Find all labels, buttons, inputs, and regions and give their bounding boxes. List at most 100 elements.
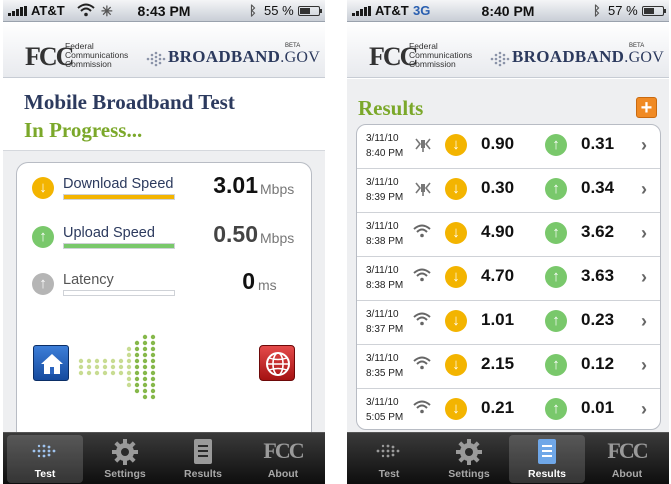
result-upload: 0.01 xyxy=(581,398,615,417)
upload-unit: Mbps xyxy=(260,230,295,246)
upload-progress xyxy=(63,243,175,249)
broadband-gov-logo: BROADBAND.GOV xyxy=(512,47,665,66)
chevron-right-icon: › xyxy=(641,311,647,331)
result-download: 1.01 xyxy=(481,310,515,329)
result-row[interactable]: 3/11/10 8:38 PM ↓ 4.70 ↑ 3.63 › xyxy=(357,257,660,301)
result-date: 3/11/10 xyxy=(366,353,399,364)
upload-arrow-icon: ↑ xyxy=(545,222,567,244)
battery-percent: 57 % xyxy=(608,3,638,18)
tab-label: Test xyxy=(378,468,400,480)
result-date: 3/11/10 xyxy=(366,309,399,320)
beta-badge: BETA xyxy=(285,43,301,49)
metrics-panel xyxy=(16,162,312,432)
download-arrow-icon: ↓ xyxy=(445,134,467,156)
upload-arrow-icon: ↑ xyxy=(545,310,567,332)
result-time: 8:39 PM xyxy=(366,192,404,203)
arrow-dots-icon xyxy=(7,438,83,466)
result-time: 8:37 PM xyxy=(366,324,404,335)
status-bar: AT&T ✳ 8:43 PM ᛒ 55 % xyxy=(3,0,325,22)
result-datetime: 3/11/10 8:38 PM xyxy=(366,219,403,249)
home-icon xyxy=(41,354,63,374)
broadband-arrow-icon xyxy=(490,51,510,67)
add-button[interactable]: + xyxy=(636,97,657,118)
result-upload: 0.12 xyxy=(581,354,615,373)
tab-label: Results xyxy=(184,468,222,480)
tab-about[interactable]: FCC About xyxy=(245,435,321,483)
result-datetime: 3/11/10 5:05 PM xyxy=(366,395,403,425)
page-title: Results xyxy=(358,96,424,120)
globe-icon xyxy=(266,352,290,376)
chevron-right-icon: › xyxy=(641,355,647,375)
result-row[interactable]: 3/11/10 8:40 PM ↓ 0.90 ↑ 0.31 › xyxy=(357,125,660,169)
tab-results[interactable]: Results xyxy=(165,435,241,483)
chevron-right-icon: › xyxy=(641,267,647,287)
download-progress xyxy=(63,194,175,200)
result-row[interactable]: 3/11/10 8:35 PM ↓ 2.15 ↑ 0.12 › xyxy=(357,345,660,389)
broadband-arrow-icon xyxy=(146,51,166,67)
latency-progress xyxy=(63,290,175,296)
result-date: 3/11/10 xyxy=(366,265,399,276)
result-row[interactable]: 3/11/10 8:39 PM ↓ 0.30 ↑ 0.34 › xyxy=(357,169,660,213)
result-time: 8:38 PM xyxy=(366,236,404,247)
result-row[interactable]: 3/11/10 8:38 PM ↓ 4.90 ↑ 3.62 › xyxy=(357,213,660,257)
bluetooth-icon: ᛒ xyxy=(249,3,257,18)
arrow-dots-graphic xyxy=(78,334,156,400)
results-screen: AT&T 3G 8:40 PM ᛒ 57 % FCC Federal Commun… xyxy=(347,0,669,484)
document-icon xyxy=(165,438,241,466)
tab-settings[interactable]: Settings xyxy=(431,435,507,483)
page-title: Mobile Broadband Test xyxy=(24,90,235,114)
upload-arrow-icon: ↑ xyxy=(32,226,54,248)
tab-bar: Test Settings Results FCC About xyxy=(347,432,669,484)
app-header: FCC Federal Communications Commission BROA… xyxy=(3,22,325,78)
upload-arrow-icon: ↑ xyxy=(545,178,567,200)
download-label: Download Speed xyxy=(63,176,174,192)
result-date: 3/11/10 xyxy=(366,221,399,232)
page-subtitle: In Progress... xyxy=(24,118,143,142)
download-arrow-icon: ↓ xyxy=(445,354,467,376)
chevron-right-icon: › xyxy=(641,179,647,199)
test-screen: AT&T ✳ 8:43 PM ᛒ 55 % FCC Federal Communi… xyxy=(3,0,325,484)
result-upload: 3.62 xyxy=(581,222,615,241)
result-date: 3/11/10 xyxy=(366,177,399,188)
tab-label: Test xyxy=(34,468,56,480)
home-button[interactable] xyxy=(33,345,69,381)
download-unit: Mbps xyxy=(260,181,295,197)
wifi-icon xyxy=(413,268,435,288)
globe-button[interactable] xyxy=(259,345,295,381)
result-upload: 3.63 xyxy=(581,266,615,285)
result-time: 8:35 PM xyxy=(366,368,404,379)
tab-label: Results xyxy=(528,468,566,480)
cell-tower-icon xyxy=(413,180,435,200)
result-row[interactable]: 3/11/10 8:37 PM ↓ 1.01 ↑ 0.23 › xyxy=(357,301,660,345)
battery-icon xyxy=(642,6,666,16)
beta-badge: BETA xyxy=(629,43,645,49)
download-arrow-icon: ↓ xyxy=(32,177,54,199)
app-header: FCC Federal Communications Commission BROA… xyxy=(347,22,669,78)
battery-icon xyxy=(298,6,322,16)
result-download: 2.15 xyxy=(481,354,515,373)
result-datetime: 3/11/10 8:38 PM xyxy=(366,263,403,293)
result-download: 0.30 xyxy=(481,178,515,197)
fcc-icon: FCC xyxy=(263,438,304,463)
result-date: 3/11/10 xyxy=(366,133,399,144)
result-datetime: 3/11/10 8:39 PM xyxy=(366,175,403,205)
gear-icon xyxy=(87,438,163,466)
tab-test[interactable]: Test xyxy=(7,435,83,483)
upload-arrow-icon: ↑ xyxy=(545,134,567,156)
result-row[interactable]: 3/11/10 5:05 PM ↓ 0.21 ↑ 0.01 › xyxy=(357,389,660,429)
tab-settings[interactable]: Settings xyxy=(87,435,163,483)
status-bar: AT&T 3G 8:40 PM ᛒ 57 % xyxy=(347,0,669,22)
latency-value: 0 xyxy=(242,268,255,294)
tab-test[interactable]: Test xyxy=(351,435,427,483)
result-upload: 0.23 xyxy=(581,310,615,329)
download-value: 3.01 xyxy=(213,172,258,198)
fcc-name: Federal Communications Commission xyxy=(409,41,473,69)
results-list: 3/11/10 8:40 PM ↓ 0.90 ↑ 0.31 › 3/11/10 8:39 PM ↓… xyxy=(356,124,661,430)
bluetooth-icon: ᛒ xyxy=(593,3,601,18)
battery-percent: 55 % xyxy=(264,3,294,18)
tab-about[interactable]: FCC About xyxy=(589,435,665,483)
latency-unit: ms xyxy=(258,277,277,293)
latency-label: Latency xyxy=(63,272,114,288)
tab-results[interactable]: Results xyxy=(509,435,585,483)
chevron-right-icon: › xyxy=(641,399,647,419)
